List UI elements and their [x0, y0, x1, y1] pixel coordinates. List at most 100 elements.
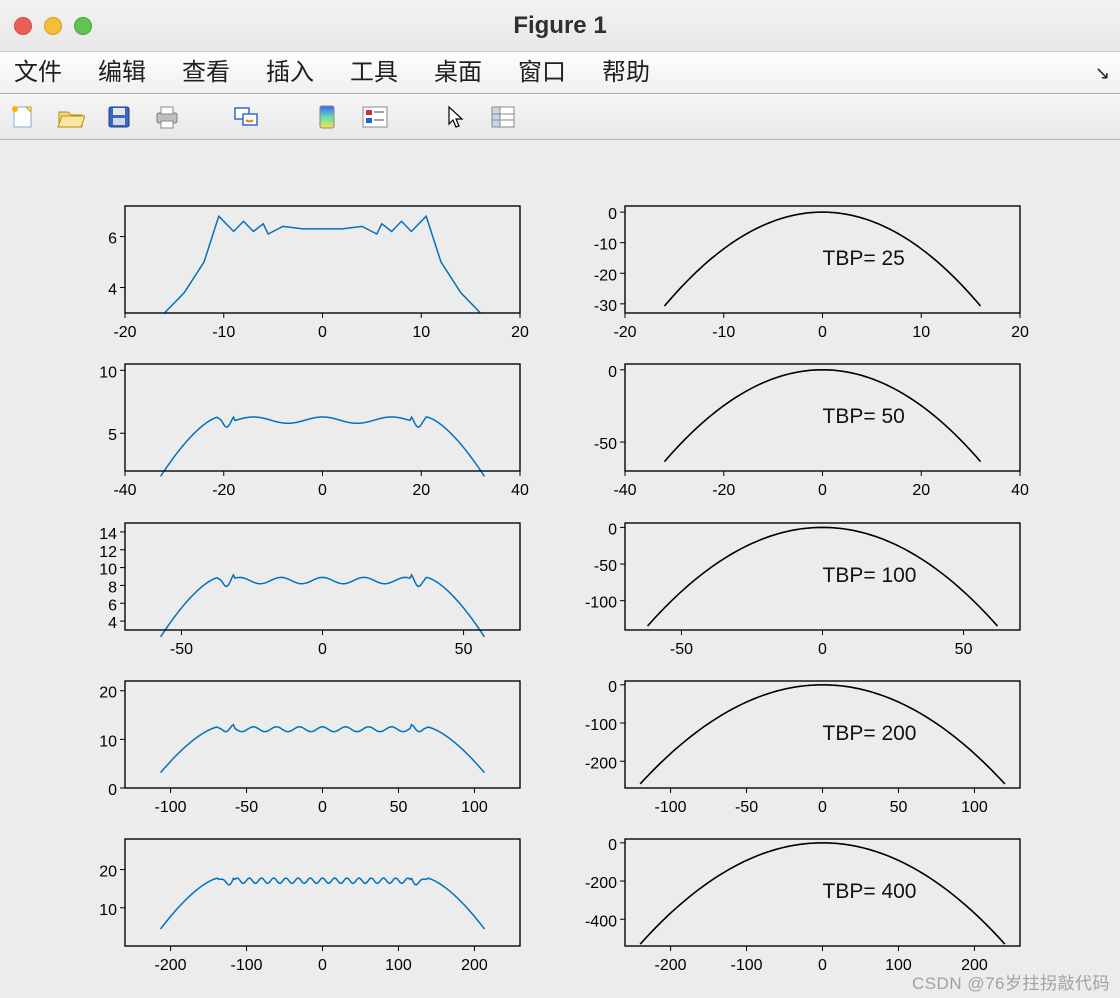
menu-window[interactable]: 窗口 — [514, 53, 570, 93]
subplot-right-1: -20-1001020-30-20-100TBP= 25 — [570, 200, 1030, 345]
svg-text:10: 10 — [412, 324, 430, 341]
svg-text:100: 100 — [885, 957, 912, 974]
svg-text:40: 40 — [1011, 482, 1029, 499]
save-icon[interactable] — [104, 102, 134, 132]
menu-tools[interactable]: 工具 — [346, 53, 402, 93]
svg-text:-20: -20 — [613, 324, 636, 341]
svg-text:100: 100 — [461, 799, 488, 816]
svg-text:10: 10 — [99, 365, 117, 382]
svg-text:0: 0 — [608, 679, 617, 696]
svg-text:-10: -10 — [212, 324, 235, 341]
svg-text:20: 20 — [1011, 324, 1029, 341]
svg-text:200: 200 — [461, 957, 488, 974]
svg-text:-100: -100 — [585, 717, 617, 734]
svg-text:-50: -50 — [735, 799, 758, 816]
svg-text:4: 4 — [108, 282, 117, 299]
svg-text:40: 40 — [511, 482, 529, 499]
svg-text:-200: -200 — [585, 875, 617, 892]
svg-text:20: 20 — [99, 684, 117, 701]
svg-text:0: 0 — [318, 482, 327, 499]
figure-canvas: -20-100102046 -40-2002040510 -5005046810… — [0, 140, 1120, 998]
new-figure-icon[interactable] — [8, 102, 38, 132]
svg-text:6: 6 — [108, 597, 117, 614]
svg-text:-20: -20 — [712, 482, 735, 499]
svg-text:TBP= 25: TBP= 25 — [823, 247, 905, 270]
right-plot-column: -20-1001020-30-20-100TBP= 25 -40-2002040… — [570, 200, 1030, 978]
svg-text:100: 100 — [961, 799, 988, 816]
link-icon[interactable] — [232, 102, 262, 132]
svg-text:0: 0 — [608, 206, 617, 223]
svg-text:0: 0 — [318, 641, 327, 658]
subplot-right-4: -100 -50 0 50 100 -200 -100 0 TBP= 200 — [570, 675, 1030, 820]
data-tips-icon[interactable] — [488, 102, 518, 132]
subplot-right-2: -40-2002040-500TBP= 50 — [570, 358, 1030, 503]
svg-text:-200: -200 — [655, 957, 687, 974]
svg-text:4: 4 — [108, 615, 117, 632]
subplot-left-3: -50050468101214 — [70, 517, 530, 662]
svg-text:20: 20 — [412, 482, 430, 499]
watermark-text: CSDN @76岁拄拐敲代码 — [912, 969, 1110, 994]
subplot-left-4: -100-5005010001020 — [70, 675, 530, 820]
svg-text:50: 50 — [890, 799, 908, 816]
svg-text:8: 8 — [108, 579, 117, 596]
menu-help[interactable]: 帮助 — [598, 53, 654, 93]
title-bar: Figure 1 — [0, 0, 1120, 52]
svg-text:20: 20 — [99, 864, 117, 881]
svg-text:0: 0 — [818, 957, 827, 974]
legend-icon[interactable] — [360, 102, 390, 132]
left-plot-column: -20-100102046 -40-2002040510 -5005046810… — [70, 200, 530, 978]
svg-text:100: 100 — [385, 957, 412, 974]
svg-text:20: 20 — [912, 482, 930, 499]
menu-edit[interactable]: 编辑 — [94, 53, 150, 93]
menu-insert[interactable]: 插入 — [262, 53, 318, 93]
svg-text:14: 14 — [99, 525, 117, 542]
svg-text:0: 0 — [608, 837, 617, 854]
toolbar — [0, 94, 1120, 140]
svg-text:-10: -10 — [594, 237, 617, 254]
svg-text:TBP= 100: TBP= 100 — [823, 563, 917, 586]
menu-overflow-icon[interactable]: ↘ — [1095, 63, 1110, 84]
menu-desktop[interactable]: 桌面 — [430, 53, 486, 93]
minimize-window-button[interactable] — [44, 17, 62, 35]
zoom-window-button[interactable] — [74, 17, 92, 35]
subplot-right-5: -200-1000100200-400-2000TBP= 400 — [570, 833, 1030, 978]
svg-text:TBP= 200: TBP= 200 — [823, 722, 917, 745]
close-window-button[interactable] — [14, 17, 32, 35]
svg-text:-100: -100 — [585, 594, 617, 611]
menu-bar: 文件 编辑 查看 插入 工具 桌面 窗口 帮助 ↘ — [0, 52, 1120, 94]
svg-text:0: 0 — [818, 799, 827, 816]
svg-text:10: 10 — [912, 324, 930, 341]
svg-text:50: 50 — [955, 641, 973, 658]
subplot-left-5: -200-10001002001020 — [70, 833, 530, 978]
colormap-icon[interactable] — [312, 102, 342, 132]
svg-text:-100: -100 — [655, 799, 687, 816]
svg-text:0: 0 — [318, 324, 327, 341]
window-controls — [14, 17, 92, 35]
svg-text:-100: -100 — [731, 957, 763, 974]
menu-view[interactable]: 查看 — [178, 53, 234, 93]
svg-text:0: 0 — [818, 482, 827, 499]
menu-file[interactable]: 文件 — [10, 53, 66, 93]
svg-text:0: 0 — [318, 957, 327, 974]
svg-text:-200: -200 — [155, 957, 187, 974]
svg-text:-50: -50 — [170, 641, 193, 658]
svg-text:20: 20 — [511, 324, 529, 341]
open-file-icon[interactable] — [56, 102, 86, 132]
svg-text:-10: -10 — [712, 324, 735, 341]
svg-text:-200: -200 — [585, 755, 617, 772]
svg-text:-20: -20 — [594, 267, 617, 284]
subplot-left-1: -20 -10 0 10 20 4 6 — [70, 200, 530, 345]
pointer-icon[interactable] — [440, 102, 470, 132]
subplot-right-3: -50050-100-500TBP= 100 — [570, 517, 1030, 662]
print-icon[interactable] — [152, 102, 182, 132]
svg-text:-50: -50 — [235, 799, 258, 816]
svg-text:-20: -20 — [212, 482, 235, 499]
svg-text:0: 0 — [108, 782, 117, 799]
svg-text:-40: -40 — [113, 482, 136, 499]
svg-text:-20: -20 — [113, 324, 136, 341]
svg-text:10: 10 — [99, 733, 117, 750]
svg-text:-40: -40 — [613, 482, 636, 499]
svg-text:-100: -100 — [231, 957, 263, 974]
svg-text:6: 6 — [108, 231, 117, 248]
svg-text:50: 50 — [455, 641, 473, 658]
